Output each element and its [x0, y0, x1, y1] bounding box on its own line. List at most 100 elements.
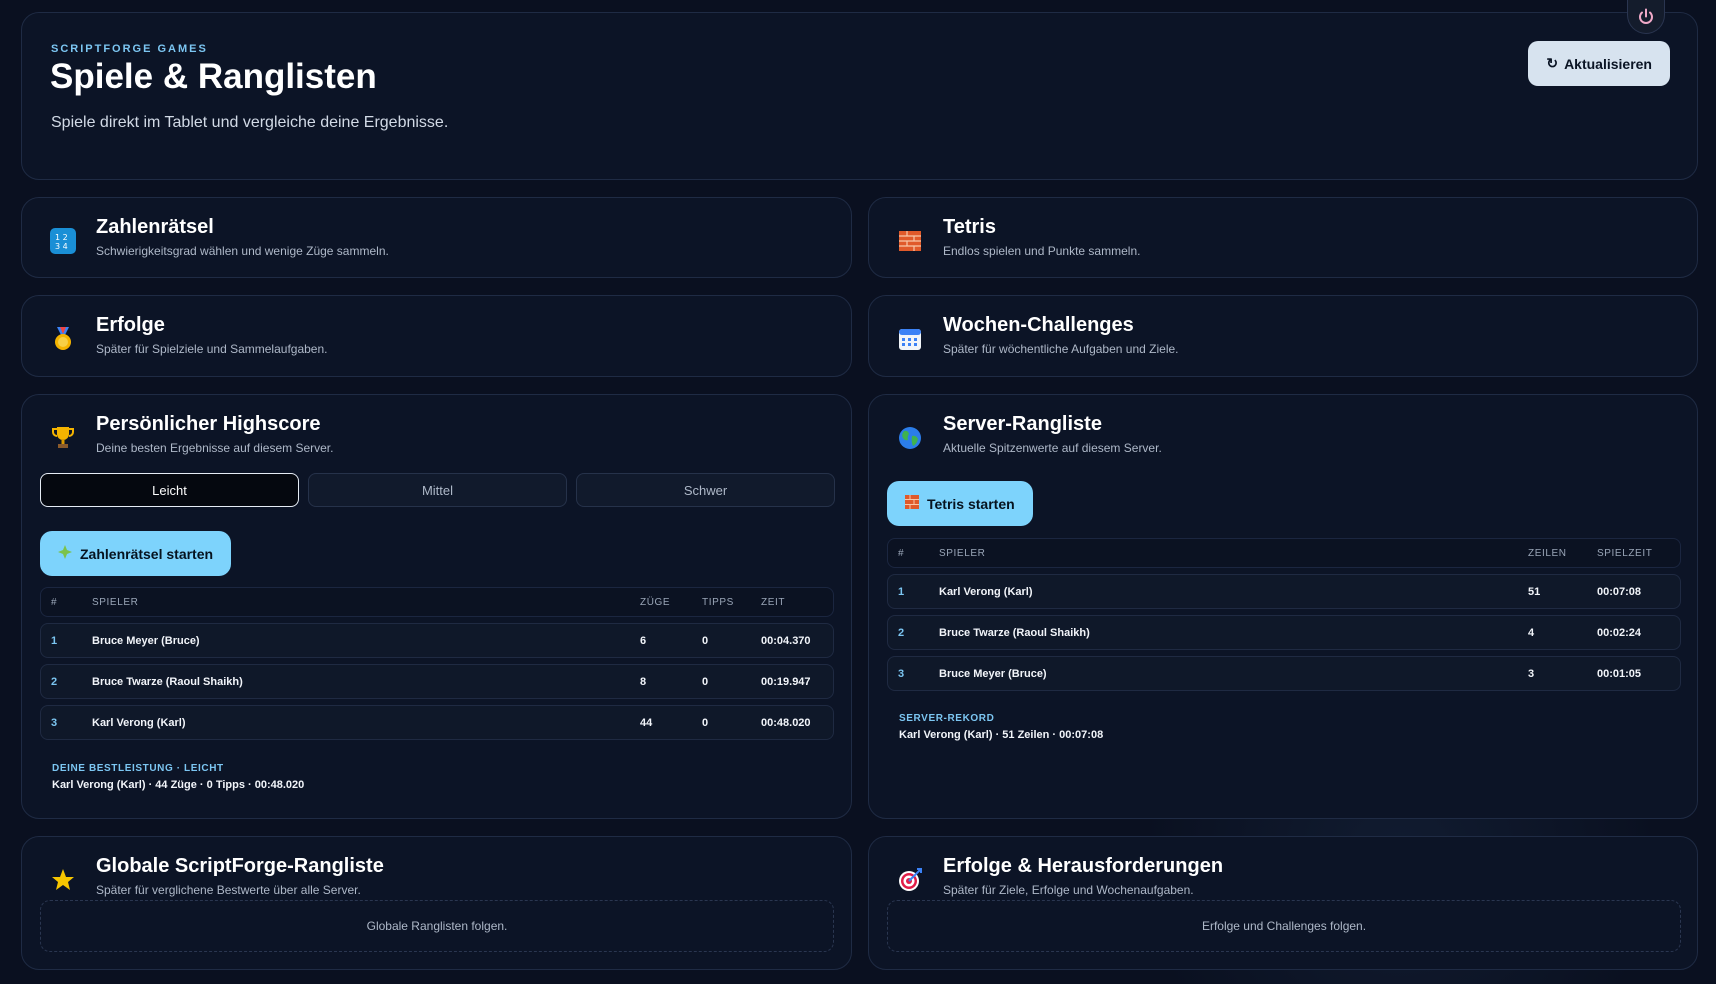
col-rank: # — [898, 547, 905, 559]
row-player: Karl Verong (Karl) — [92, 716, 186, 729]
row-lines: 51 — [1528, 585, 1541, 598]
svg-text:1 2: 1 2 — [55, 233, 68, 242]
start-numbers-button[interactable]: Zahlenrätsel starten — [40, 531, 232, 576]
numbers-icon: 1 2 3 4 — [50, 228, 76, 254]
personal-highscore-card: Persönlicher Highscore Deine besten Erge… — [21, 394, 852, 819]
calendar-icon — [897, 326, 923, 352]
global-ranking-title: Globale ScriptForge-Rangliste — [96, 855, 384, 877]
difficulty-tabs: Leicht Mittel Schwer — [40, 473, 835, 507]
server-ranking-card: Server-Rangliste Aktuelle Spitzenwerte a… — [868, 394, 1698, 819]
start-numbers-label: Zahlenrätsel starten — [80, 545, 214, 562]
row-tips: 0 — [702, 634, 709, 647]
header-card: SCRIPTFORGE GAMES Spiele & Ranglisten Sp… — [21, 12, 1698, 180]
row-time: 00:48.020 — [761, 716, 811, 729]
numbers-card-title: Zahlenrätsel — [96, 216, 214, 238]
globe-icon — [897, 425, 923, 451]
numbers-card-desc: Schwierigkeitsgrad wählen und wenige Züg… — [96, 244, 389, 258]
row-tips: 0 — [702, 716, 709, 729]
numbers-game-card[interactable]: 1 2 3 4 Zahlenrätsel Schwierigkeitsgrad … — [21, 197, 852, 278]
col-moves: ZÜGE — [640, 596, 671, 608]
tetris-card-desc: Endlos spielen und Punkte sammeln. — [943, 244, 1141, 258]
trophy-icon — [50, 425, 76, 451]
row-rank: 2 — [898, 626, 905, 639]
col-playtime: SPIELZEIT — [1597, 547, 1653, 559]
achievements-card-desc: Später für Spielziele und Sammelaufgaben… — [96, 342, 328, 356]
table-row: 1 Bruce Meyer (Bruce) 6 0 00:04.370 — [40, 623, 834, 658]
start-tetris-label: Tetris starten — [927, 495, 1015, 512]
row-player: Bruce Meyer (Bruce) — [939, 667, 1047, 680]
tetris-game-card[interactable]: Tetris Endlos spielen und Punkte sammeln… — [868, 197, 1698, 278]
medal-icon — [50, 326, 76, 352]
col-lines: ZEILEN — [1528, 547, 1567, 559]
row-rank: 1 — [898, 585, 905, 598]
table-row: 3 Karl Verong (Karl) 44 0 00:48.020 — [40, 705, 834, 740]
row-rank: 1 — [51, 634, 58, 647]
row-moves: 8 — [640, 675, 647, 688]
row-lines: 4 — [1528, 626, 1535, 639]
row-rank: 3 — [898, 667, 905, 680]
brand-eyebrow: SCRIPTFORGE GAMES — [51, 43, 208, 55]
challenges-card: Erfolge & Herausforderungen Später für Z… — [868, 836, 1698, 970]
row-time: 00:04.370 — [761, 634, 811, 647]
row-time: 00:19.947 — [761, 675, 811, 688]
col-tips: TIPPS — [702, 596, 734, 608]
col-time: ZEIT — [761, 596, 786, 608]
personal-best-text: Karl Verong (Karl) · 44 Züge · 0 Tipps ·… — [52, 779, 305, 791]
row-lines: 3 — [1528, 667, 1535, 680]
global-ranking-card: Globale ScriptForge-Rangliste Später für… — [21, 836, 852, 970]
tab-leicht[interactable]: Leicht — [40, 473, 299, 507]
server-ranking-title: Server-Rangliste — [943, 413, 1102, 435]
tab-schwer[interactable]: Schwer — [576, 473, 835, 507]
server-record-label: SERVER-REKORD — [899, 713, 995, 724]
refresh-button[interactable]: ↻ Aktualisieren — [1528, 41, 1670, 86]
table-row: 2 Bruce Twarze (Raoul Shaikh) 8 0 00:19.… — [40, 664, 834, 699]
row-player: Bruce Twarze (Raoul Shaikh) — [92, 675, 243, 688]
row-tips: 0 — [702, 675, 709, 688]
row-playtime: 00:01:05 — [1597, 667, 1642, 680]
page-title: Spiele & Ranglisten — [50, 57, 377, 96]
row-player: Karl Verong (Karl) — [939, 585, 1033, 598]
row-rank: 2 — [51, 675, 58, 688]
page-subtitle: Spiele direkt im Tablet und vergleiche d… — [51, 114, 449, 131]
table-row: 3 Bruce Meyer (Bruce) 3 00:01:05 — [887, 656, 1681, 691]
personal-highscore-table: # SPIELER ZÜGE TIPPS ZEIT 1 Bruce Meyer … — [40, 587, 834, 740]
row-player: Bruce Meyer (Bruce) — [92, 634, 200, 647]
row-moves: 6 — [640, 634, 647, 647]
row-playtime: 00:07:08 — [1597, 585, 1642, 598]
table-row: 1 Karl Verong (Karl) 51 00:07:08 — [887, 574, 1681, 609]
refresh-icon: ↻ — [1546, 55, 1559, 71]
puzzle-icon — [58, 545, 72, 562]
star-icon — [50, 867, 76, 893]
server-ranking-table: # SPIELER ZEILEN SPIELZEIT 1 Karl Verong… — [887, 538, 1681, 691]
row-playtime: 00:02:24 — [1597, 626, 1642, 639]
tab-mittel[interactable]: Mittel — [308, 473, 567, 507]
server-record-text: Karl Verong (Karl) · 51 Zeilen · 00:07:0… — [899, 729, 1104, 741]
achievements-card[interactable]: Erfolge Später für Spielziele und Sammel… — [21, 295, 852, 377]
tetris-card-title: Tetris — [943, 216, 996, 238]
achievements-card-title: Erfolge — [96, 314, 165, 336]
svg-text:3 4: 3 4 — [55, 242, 68, 251]
row-moves: 44 — [640, 716, 653, 729]
brick-icon — [905, 495, 919, 512]
weekly-card-title: Wochen-Challenges — [943, 314, 1134, 336]
table-header: # SPIELER ZEILEN SPIELZEIT — [887, 538, 1681, 568]
target-icon — [897, 867, 923, 893]
server-ranking-desc: Aktuelle Spitzenwerte auf diesem Server. — [943, 441, 1162, 455]
power-icon — [1639, 8, 1653, 24]
global-ranking-desc: Später für verglichene Bestwerte über al… — [96, 883, 361, 897]
col-rank: # — [51, 596, 58, 608]
brick-icon — [897, 228, 923, 254]
table-header: # SPIELER ZÜGE TIPPS ZEIT — [40, 587, 834, 617]
personal-highscore-desc: Deine besten Ergebnisse auf diesem Serve… — [96, 441, 334, 455]
weekly-challenges-card[interactable]: Wochen-Challenges Später für wöchentlich… — [868, 295, 1698, 377]
challenges-desc: Später für Ziele, Erfolge und Wochenaufg… — [943, 883, 1194, 897]
row-rank: 3 — [51, 716, 58, 729]
row-player: Bruce Twarze (Raoul Shaikh) — [939, 626, 1090, 639]
col-player: SPIELER — [92, 596, 139, 608]
refresh-button-label: Aktualisieren — [1564, 55, 1652, 72]
challenges-placeholder: Erfolge und Challenges folgen. — [887, 900, 1681, 952]
col-player: SPIELER — [939, 547, 986, 559]
personal-best-label: DEINE BESTLEISTUNG · LEICHT — [52, 763, 224, 774]
weekly-card-desc: Später für wöchentliche Aufgaben und Zie… — [943, 342, 1179, 356]
start-tetris-button[interactable]: Tetris starten — [887, 481, 1033, 526]
